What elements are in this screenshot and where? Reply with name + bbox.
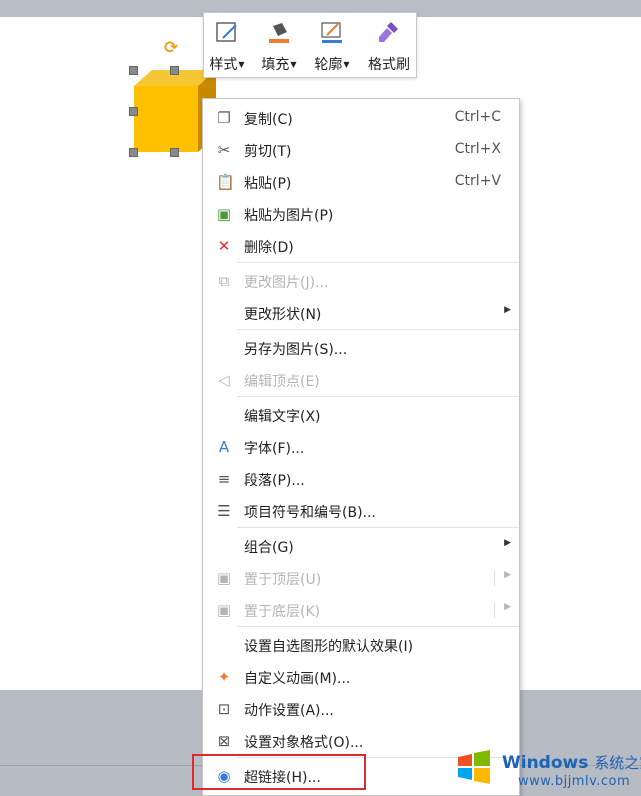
menu-item-label: 复制(C) bbox=[244, 112, 293, 128]
menu-item-paste-as-picture[interactable]: ▣ 粘贴为图片(P) bbox=[203, 199, 519, 229]
menu-separator bbox=[237, 262, 519, 263]
menu-item-label: 项目符号和编号(B)... bbox=[244, 505, 376, 521]
submenu-divider bbox=[494, 570, 495, 586]
fill-bucket-icon bbox=[269, 23, 289, 43]
resize-handle[interactable] bbox=[129, 148, 138, 157]
menu-item-delete[interactable]: ✕ 删除(D) bbox=[203, 231, 519, 261]
menu-item-label: 段落(P)... bbox=[244, 473, 305, 489]
paste-icon: 📋 bbox=[216, 173, 235, 191]
menu-item-change-shape[interactable]: 更改形状(N) ▶ bbox=[203, 298, 519, 328]
menu-item-font[interactable]: A 字体(F)... bbox=[203, 432, 519, 462]
shortcut-label: Ctrl+V bbox=[454, 173, 501, 189]
menu-item-label: 删除(D) bbox=[244, 240, 294, 256]
menu-separator bbox=[237, 329, 519, 330]
submenu-arrow-icon: ▶ bbox=[504, 602, 511, 612]
menu-item-label: 编辑文字(X) bbox=[244, 409, 321, 425]
copy-icon: ❐ bbox=[217, 109, 231, 127]
submenu-divider bbox=[494, 602, 495, 618]
menu-separator bbox=[237, 626, 519, 627]
format-painter-button[interactable]: 格式刷 bbox=[362, 13, 416, 77]
menu-item-paragraph[interactable]: ≡ 段落(P)... bbox=[203, 464, 519, 494]
menu-item-action-settings[interactable]: ⊡ 动作设置(A)... bbox=[203, 694, 519, 724]
menu-item-label: 更改图片(J)... bbox=[244, 275, 329, 291]
resize-handle[interactable] bbox=[170, 148, 179, 157]
edit-points-icon: ◁ bbox=[218, 371, 230, 389]
format-painter-icon bbox=[379, 22, 398, 42]
bullet-list-icon: ☰ bbox=[217, 502, 231, 520]
watermark-url: www.bjjmlv.com bbox=[518, 774, 631, 789]
submenu-arrow-icon: ▶ bbox=[504, 570, 511, 580]
menu-item-label: 自定义动画(M)... bbox=[244, 671, 351, 687]
menu-item-label: 置于顶层(U) bbox=[244, 572, 322, 588]
submenu-arrow-icon: ▶ bbox=[504, 305, 511, 315]
outline-label: 轮廓 bbox=[314, 57, 343, 73]
menu-separator bbox=[237, 527, 519, 528]
menu-item-label: 设置自选图形的默认效果(I) bbox=[244, 639, 414, 655]
menu-item-bring-to-front[interactable]: ▣ 置于顶层(U) ▶ bbox=[203, 563, 519, 593]
menu-item-label: 更改形状(N) bbox=[244, 307, 322, 323]
menu-item-change-picture[interactable]: ⧉ 更改图片(J)... bbox=[203, 266, 519, 296]
shortcut-label: Ctrl+X bbox=[454, 141, 501, 157]
menu-item-bullets[interactable]: ☰ 项目符号和编号(B)... bbox=[203, 496, 519, 526]
menu-item-edit-text[interactable]: 编辑文字(X) bbox=[203, 400, 519, 430]
outline-pen-icon bbox=[321, 22, 342, 43]
menu-item-label: 动作设置(A)... bbox=[244, 703, 334, 719]
outline-button[interactable]: 轮廓▼ bbox=[308, 13, 356, 77]
menu-item-group[interactable]: 组合(G) ▶ bbox=[203, 531, 519, 561]
menu-item-label: 剪切(T) bbox=[244, 144, 292, 160]
style-icon bbox=[216, 22, 237, 42]
menu-item-custom-animation[interactable]: ✦ 自定义动画(M)... bbox=[203, 662, 519, 692]
action-settings-icon: ⊡ bbox=[217, 700, 231, 718]
fill-button[interactable]: 填充▼ bbox=[256, 13, 302, 77]
mini-toolbar: 样式▼ 填充▼ 轮廓▼ 格式刷 bbox=[203, 12, 417, 78]
format-object-icon: ⊠ bbox=[217, 732, 231, 750]
menu-item-paste[interactable]: 📋 粘贴(P) Ctrl+V bbox=[203, 167, 519, 197]
font-a-icon: A bbox=[218, 438, 230, 456]
send-to-back-icon: ▣ bbox=[216, 601, 232, 619]
menu-item-label: 组合(G) bbox=[244, 540, 294, 556]
menu-item-label: 设置对象格式(O)... bbox=[244, 735, 364, 751]
resize-handle[interactable] bbox=[170, 66, 179, 75]
style-label: 样式 bbox=[209, 57, 238, 73]
paste-picture-icon: ▣ bbox=[216, 205, 232, 223]
watermark-title: Windows bbox=[502, 753, 589, 773]
hyperlink-highlight-box bbox=[192, 754, 366, 790]
windows-logo-icon bbox=[458, 750, 490, 784]
menu-item-edit-points[interactable]: ◁ 编辑顶点(E) bbox=[203, 365, 519, 395]
menu-item-label: 另存为图片(S)... bbox=[244, 342, 348, 358]
animation-star-icon: ✦ bbox=[217, 668, 231, 686]
menu-item-label: 粘贴(P) bbox=[244, 176, 292, 192]
menu-item-label: 粘贴为图片(P) bbox=[244, 208, 334, 224]
bring-to-front-icon: ▣ bbox=[216, 569, 232, 587]
watermark-title-cn: 系统之家 bbox=[594, 754, 641, 772]
paragraph-icon: ≡ bbox=[217, 470, 231, 488]
menu-item-copy[interactable]: ❐ 复制(C) Ctrl+C bbox=[203, 103, 519, 133]
menu-item-label: 编辑顶点(E) bbox=[244, 374, 320, 390]
shortcut-label: Ctrl+C bbox=[454, 109, 501, 125]
style-button[interactable]: 样式▼ bbox=[204, 13, 250, 77]
submenu-arrow-icon: ▶ bbox=[504, 538, 511, 548]
resize-handle[interactable] bbox=[129, 107, 138, 116]
menu-item-cut[interactable]: ✂ 剪切(T) Ctrl+X bbox=[203, 135, 519, 165]
context-menu: ❐ 复制(C) Ctrl+C ✂ 剪切(T) Ctrl+X 📋 粘贴(P) Ct… bbox=[202, 98, 520, 796]
change-picture-icon: ⧉ bbox=[218, 272, 230, 290]
menu-separator bbox=[237, 396, 519, 397]
menu-item-save-as-picture[interactable]: 另存为图片(S)... bbox=[203, 333, 519, 363]
watermark: Windows 系统之家 www.bjjmlv.com bbox=[448, 742, 641, 796]
rotate-handle-icon[interactable]: ⟳ bbox=[164, 40, 178, 57]
menu-item-label: 置于底层(K) bbox=[244, 604, 321, 620]
menu-item-set-default[interactable]: 设置自选图形的默认效果(I) bbox=[203, 630, 519, 660]
fill-label: 填充 bbox=[261, 57, 290, 73]
delete-x-icon: ✕ bbox=[217, 237, 231, 255]
format-painter-label: 格式刷 bbox=[368, 57, 410, 73]
scissors-icon: ✂ bbox=[217, 141, 231, 159]
menu-item-send-to-back[interactable]: ▣ 置于底层(K) ▶ bbox=[203, 595, 519, 625]
resize-handle[interactable] bbox=[129, 66, 138, 75]
menu-item-label: 字体(F)... bbox=[244, 441, 305, 457]
